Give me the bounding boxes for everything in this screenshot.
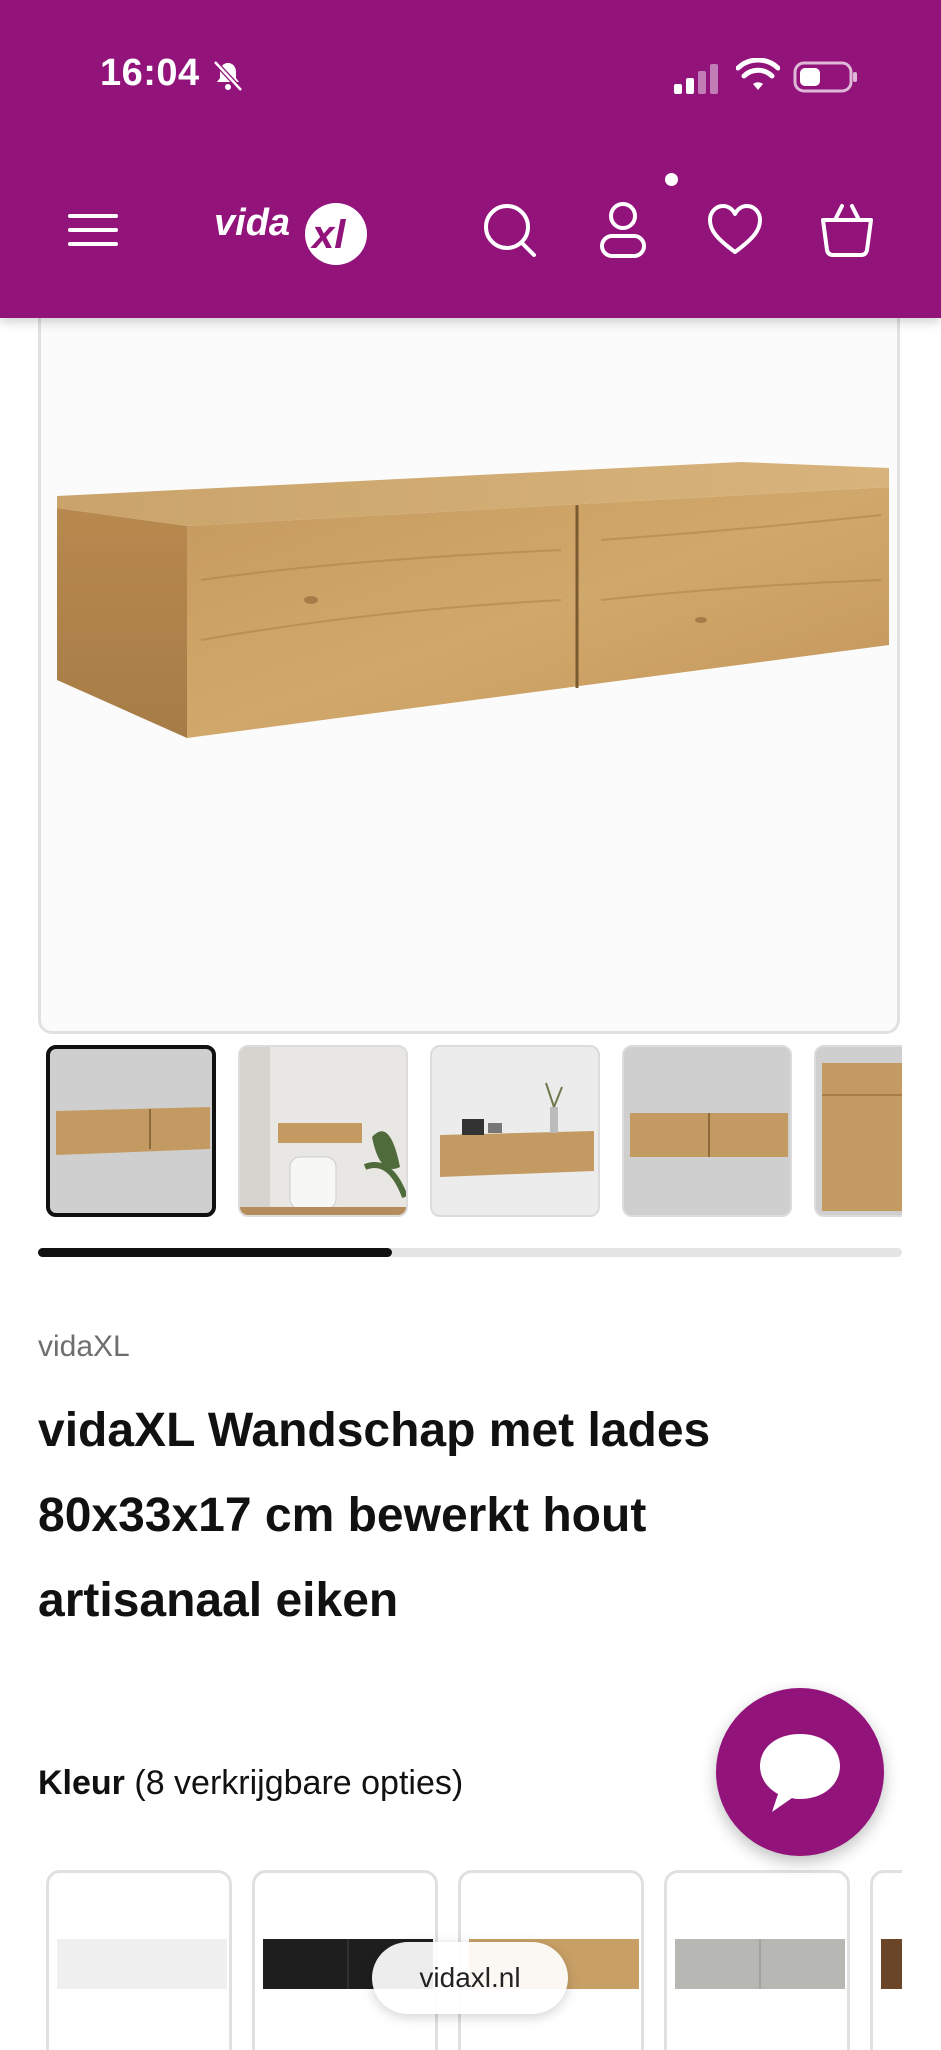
account-notification-dot (665, 173, 678, 186)
product-title-line-1: vidaXL Wandschap met lades (38, 1404, 711, 1457)
product-title-line-2: 80x33x17 cm bewerkt hout (38, 1489, 647, 1542)
color-label: Kleur (38, 1764, 125, 1802)
gallery-scroll-progress-fill (38, 1248, 393, 1257)
app-header: 16:04 vida xl (0, 0, 941, 318)
wall-shelf-photo (57, 462, 889, 738)
product-title: vidaXL Wandschap met lades 80x33x17 cm b… (38, 1388, 838, 1643)
color-options-count: (8 verkrijgbare opties) (134, 1764, 464, 1802)
color-option-concrete-grey[interactable] (664, 1870, 850, 2050)
thumbnail-strip[interactable] (46, 1045, 902, 1220)
thumbnail-5[interactable] (814, 1045, 902, 1217)
cart-basket-icon[interactable] (818, 200, 876, 260)
vidaxl-logo[interactable]: vida xl (212, 190, 372, 268)
product-brand[interactable]: vidaXL (38, 1330, 130, 1364)
gallery-scroll-progress (38, 1248, 902, 1257)
account-icon[interactable] (594, 200, 652, 260)
search-icon[interactable] (480, 200, 538, 260)
product-title-line-3: artisanaal eiken (38, 1574, 399, 1627)
thumbnail-2[interactable] (238, 1045, 408, 1217)
chat-button[interactable] (716, 1688, 884, 1856)
status-time: 16:04 (100, 52, 200, 94)
color-option-smoked-oak[interactable] (870, 1870, 902, 2050)
wishlist-heart-icon[interactable] (706, 200, 764, 260)
browser-url-pill[interactable]: vidaxl.nl (372, 1942, 568, 2014)
product-main-image[interactable] (38, 300, 900, 1034)
thumbnail-3[interactable] (430, 1045, 600, 1217)
thumbnail-4[interactable] (622, 1045, 792, 1217)
thumbnail-1[interactable] (46, 1045, 216, 1217)
svg-text:vida: vida (214, 202, 290, 244)
menu-icon[interactable] (68, 210, 118, 250)
chat-bubble-icon (760, 1734, 840, 1812)
bell-muted-icon (213, 60, 243, 92)
signal-icon (674, 64, 718, 94)
color-option-white[interactable] (46, 1870, 232, 2050)
color-options-heading: Kleur (8 verkrijgbare opties) (38, 1764, 463, 1803)
battery-icon (793, 61, 857, 93)
svg-text:xl: xl (310, 213, 346, 257)
wifi-icon (736, 58, 780, 90)
